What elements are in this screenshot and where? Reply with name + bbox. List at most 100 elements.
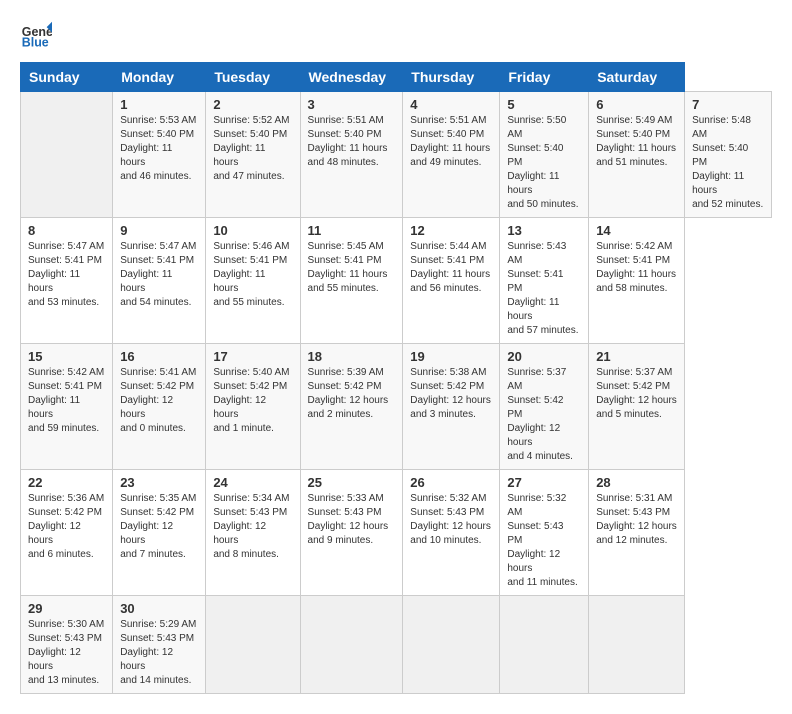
day-info: Sunrise: 5:50 AM Sunset: 5:40 PM Dayligh… [507, 114, 581, 212]
empty-cell [500, 596, 589, 694]
calendar-day-cell: 29 Sunrise: 5:30 AM Sunset: 5:43 PM Dayli… [21, 596, 113, 694]
day-number: 12 [410, 223, 492, 238]
day-number: 20 [507, 349, 581, 364]
day-number: 27 [507, 475, 581, 490]
empty-cell [300, 596, 403, 694]
day-number: 6 [596, 97, 677, 112]
calendar-header-row: SundayMondayTuesdayWednesdayThursdayFrid… [21, 63, 772, 92]
day-info: Sunrise: 5:40 AM Sunset: 5:42 PM Dayligh… [213, 366, 292, 436]
day-number: 7 [692, 97, 764, 112]
day-info: Sunrise: 5:33 AM Sunset: 5:43 PM Dayligh… [308, 492, 396, 548]
calendar-day-cell: 14 Sunrise: 5:42 AM Sunset: 5:41 PM Dayli… [589, 218, 685, 344]
calendar-day-cell: 25 Sunrise: 5:33 AM Sunset: 5:43 PM Dayli… [300, 470, 403, 596]
calendar-day-cell: 12 Sunrise: 5:44 AM Sunset: 5:41 PM Dayli… [403, 218, 500, 344]
day-info: Sunrise: 5:34 AM Sunset: 5:43 PM Dayligh… [213, 492, 292, 562]
day-number: 15 [28, 349, 105, 364]
day-number: 3 [308, 97, 396, 112]
day-info: Sunrise: 5:39 AM Sunset: 5:42 PM Dayligh… [308, 366, 396, 422]
weekday-header-tuesday: Tuesday [206, 63, 300, 92]
day-number: 24 [213, 475, 292, 490]
calendar-day-cell: 5 Sunrise: 5:50 AM Sunset: 5:40 PM Daylig… [500, 92, 589, 218]
day-number: 25 [308, 475, 396, 490]
calendar-week-row: 15 Sunrise: 5:42 AM Sunset: 5:41 PM Dayli… [21, 344, 772, 470]
day-number: 18 [308, 349, 396, 364]
calendar-day-cell: 27 Sunrise: 5:32 AM Sunset: 5:43 PM Dayli… [500, 470, 589, 596]
calendar-day-cell: 10Sunrise: 5:46 AM Sunset: 5:41 PM Dayli… [206, 218, 300, 344]
day-number: 5 [507, 97, 581, 112]
calendar-week-row: 22 Sunrise: 5:36 AM Sunset: 5:42 PM Dayli… [21, 470, 772, 596]
calendar-day-cell: 21 Sunrise: 5:37 AM Sunset: 5:42 PM Dayli… [589, 344, 685, 470]
calendar-day-cell: 13Sunrise: 5:43 AM Sunset: 5:41 PM Dayli… [500, 218, 589, 344]
day-number: 21 [596, 349, 677, 364]
calendar-week-row: 29 Sunrise: 5:30 AM Sunset: 5:43 PM Dayli… [21, 596, 772, 694]
day-number: 8 [28, 223, 105, 238]
day-info: Sunrise: 5:42 AM Sunset: 5:41 PM Dayligh… [28, 366, 105, 436]
weekday-header-wednesday: Wednesday [300, 63, 403, 92]
calendar-table: SundayMondayTuesdayWednesdayThursdayFrid… [20, 62, 772, 694]
weekday-header-thursday: Thursday [403, 63, 500, 92]
day-number: 9 [120, 223, 198, 238]
day-number: 2 [213, 97, 292, 112]
day-number: 22 [28, 475, 105, 490]
day-number: 4 [410, 97, 492, 112]
day-info: Sunrise: 5:42 AM Sunset: 5:41 PM Dayligh… [596, 240, 677, 296]
day-info: Sunrise: 5:41 AM Sunset: 5:42 PM Dayligh… [120, 366, 198, 436]
calendar-day-cell: 19 Sunrise: 5:38 AM Sunset: 5:42 PM Dayli… [403, 344, 500, 470]
calendar-day-cell: 4 Sunrise: 5:51 AM Sunset: 5:40 PM Daylig… [403, 92, 500, 218]
day-info: Sunrise: 5:35 AM Sunset: 5:42 PM Dayligh… [120, 492, 198, 562]
calendar-day-cell: 20 Sunrise: 5:37 AM Sunset: 5:42 PM Dayli… [500, 344, 589, 470]
day-number: 17 [213, 349, 292, 364]
day-number: 14 [596, 223, 677, 238]
weekday-header-monday: Monday [113, 63, 206, 92]
calendar-day-cell: 15 Sunrise: 5:42 AM Sunset: 5:41 PM Dayli… [21, 344, 113, 470]
day-number: 28 [596, 475, 677, 490]
logo-icon: General Blue [20, 20, 52, 52]
calendar-day-cell: 7 Sunrise: 5:48 AM Sunset: 5:40 PM Daylig… [685, 92, 772, 218]
day-info: Sunrise: 5:47 AM Sunset: 5:41 PM Dayligh… [28, 240, 105, 310]
day-number: 13 [507, 223, 581, 238]
day-info: Sunrise: 5:37 AM Sunset: 5:42 PM Dayligh… [507, 366, 581, 464]
calendar-day-cell: 18 Sunrise: 5:39 AM Sunset: 5:42 PM Dayli… [300, 344, 403, 470]
day-info: Sunrise: 5:29 AM Sunset: 5:43 PM Dayligh… [120, 618, 198, 688]
day-number: 29 [28, 601, 105, 616]
page-header: General Blue [20, 20, 772, 52]
calendar-week-row: 1 Sunrise: 5:53 AM Sunset: 5:40 PM Daylig… [21, 92, 772, 218]
calendar-day-cell: 23 Sunrise: 5:35 AM Sunset: 5:42 PM Dayli… [113, 470, 206, 596]
day-info: Sunrise: 5:31 AM Sunset: 5:43 PM Dayligh… [596, 492, 677, 548]
day-number: 19 [410, 349, 492, 364]
day-info: Sunrise: 5:51 AM Sunset: 5:40 PM Dayligh… [410, 114, 492, 170]
day-number: 1 [120, 97, 198, 112]
calendar-day-cell: 30 Sunrise: 5:29 AM Sunset: 5:43 PM Dayli… [113, 596, 206, 694]
calendar-day-cell: 8 Sunrise: 5:47 AM Sunset: 5:41 PM Daylig… [21, 218, 113, 344]
calendar-day-cell: 11Sunrise: 5:45 AM Sunset: 5:41 PM Dayli… [300, 218, 403, 344]
day-info: Sunrise: 5:52 AM Sunset: 5:40 PM Dayligh… [213, 114, 292, 184]
calendar-day-cell: 6 Sunrise: 5:49 AM Sunset: 5:40 PM Daylig… [589, 92, 685, 218]
calendar-day-cell: 9Sunrise: 5:47 AM Sunset: 5:41 PM Daylig… [113, 218, 206, 344]
day-number: 26 [410, 475, 492, 490]
day-info: Sunrise: 5:48 AM Sunset: 5:40 PM Dayligh… [692, 114, 764, 212]
empty-cell [21, 92, 113, 218]
calendar-day-cell: 22 Sunrise: 5:36 AM Sunset: 5:42 PM Dayli… [21, 470, 113, 596]
day-info: Sunrise: 5:45 AM Sunset: 5:41 PM Dayligh… [308, 240, 396, 296]
logo: General Blue [20, 20, 52, 52]
calendar-day-cell: 28 Sunrise: 5:31 AM Sunset: 5:43 PM Dayli… [589, 470, 685, 596]
day-info: Sunrise: 5:49 AM Sunset: 5:40 PM Dayligh… [596, 114, 677, 170]
weekday-header-friday: Friday [500, 63, 589, 92]
day-info: Sunrise: 5:38 AM Sunset: 5:42 PM Dayligh… [410, 366, 492, 422]
day-info: Sunrise: 5:44 AM Sunset: 5:41 PM Dayligh… [410, 240, 492, 296]
day-info: Sunrise: 5:36 AM Sunset: 5:42 PM Dayligh… [28, 492, 105, 562]
day-number: 23 [120, 475, 198, 490]
day-number: 30 [120, 601, 198, 616]
day-info: Sunrise: 5:32 AM Sunset: 5:43 PM Dayligh… [507, 492, 581, 590]
day-info: Sunrise: 5:53 AM Sunset: 5:40 PM Dayligh… [120, 114, 198, 184]
day-info: Sunrise: 5:30 AM Sunset: 5:43 PM Dayligh… [28, 618, 105, 688]
day-info: Sunrise: 5:46 AM Sunset: 5:41 PM Dayligh… [213, 240, 292, 310]
day-number: 16 [120, 349, 198, 364]
day-info: Sunrise: 5:37 AM Sunset: 5:42 PM Dayligh… [596, 366, 677, 422]
calendar-day-cell: 17 Sunrise: 5:40 AM Sunset: 5:42 PM Dayli… [206, 344, 300, 470]
weekday-header-saturday: Saturday [589, 63, 685, 92]
calendar-day-cell: 1 Sunrise: 5:53 AM Sunset: 5:40 PM Daylig… [113, 92, 206, 218]
empty-cell [403, 596, 500, 694]
calendar-day-cell: 24 Sunrise: 5:34 AM Sunset: 5:43 PM Dayli… [206, 470, 300, 596]
calendar-week-row: 8 Sunrise: 5:47 AM Sunset: 5:41 PM Daylig… [21, 218, 772, 344]
